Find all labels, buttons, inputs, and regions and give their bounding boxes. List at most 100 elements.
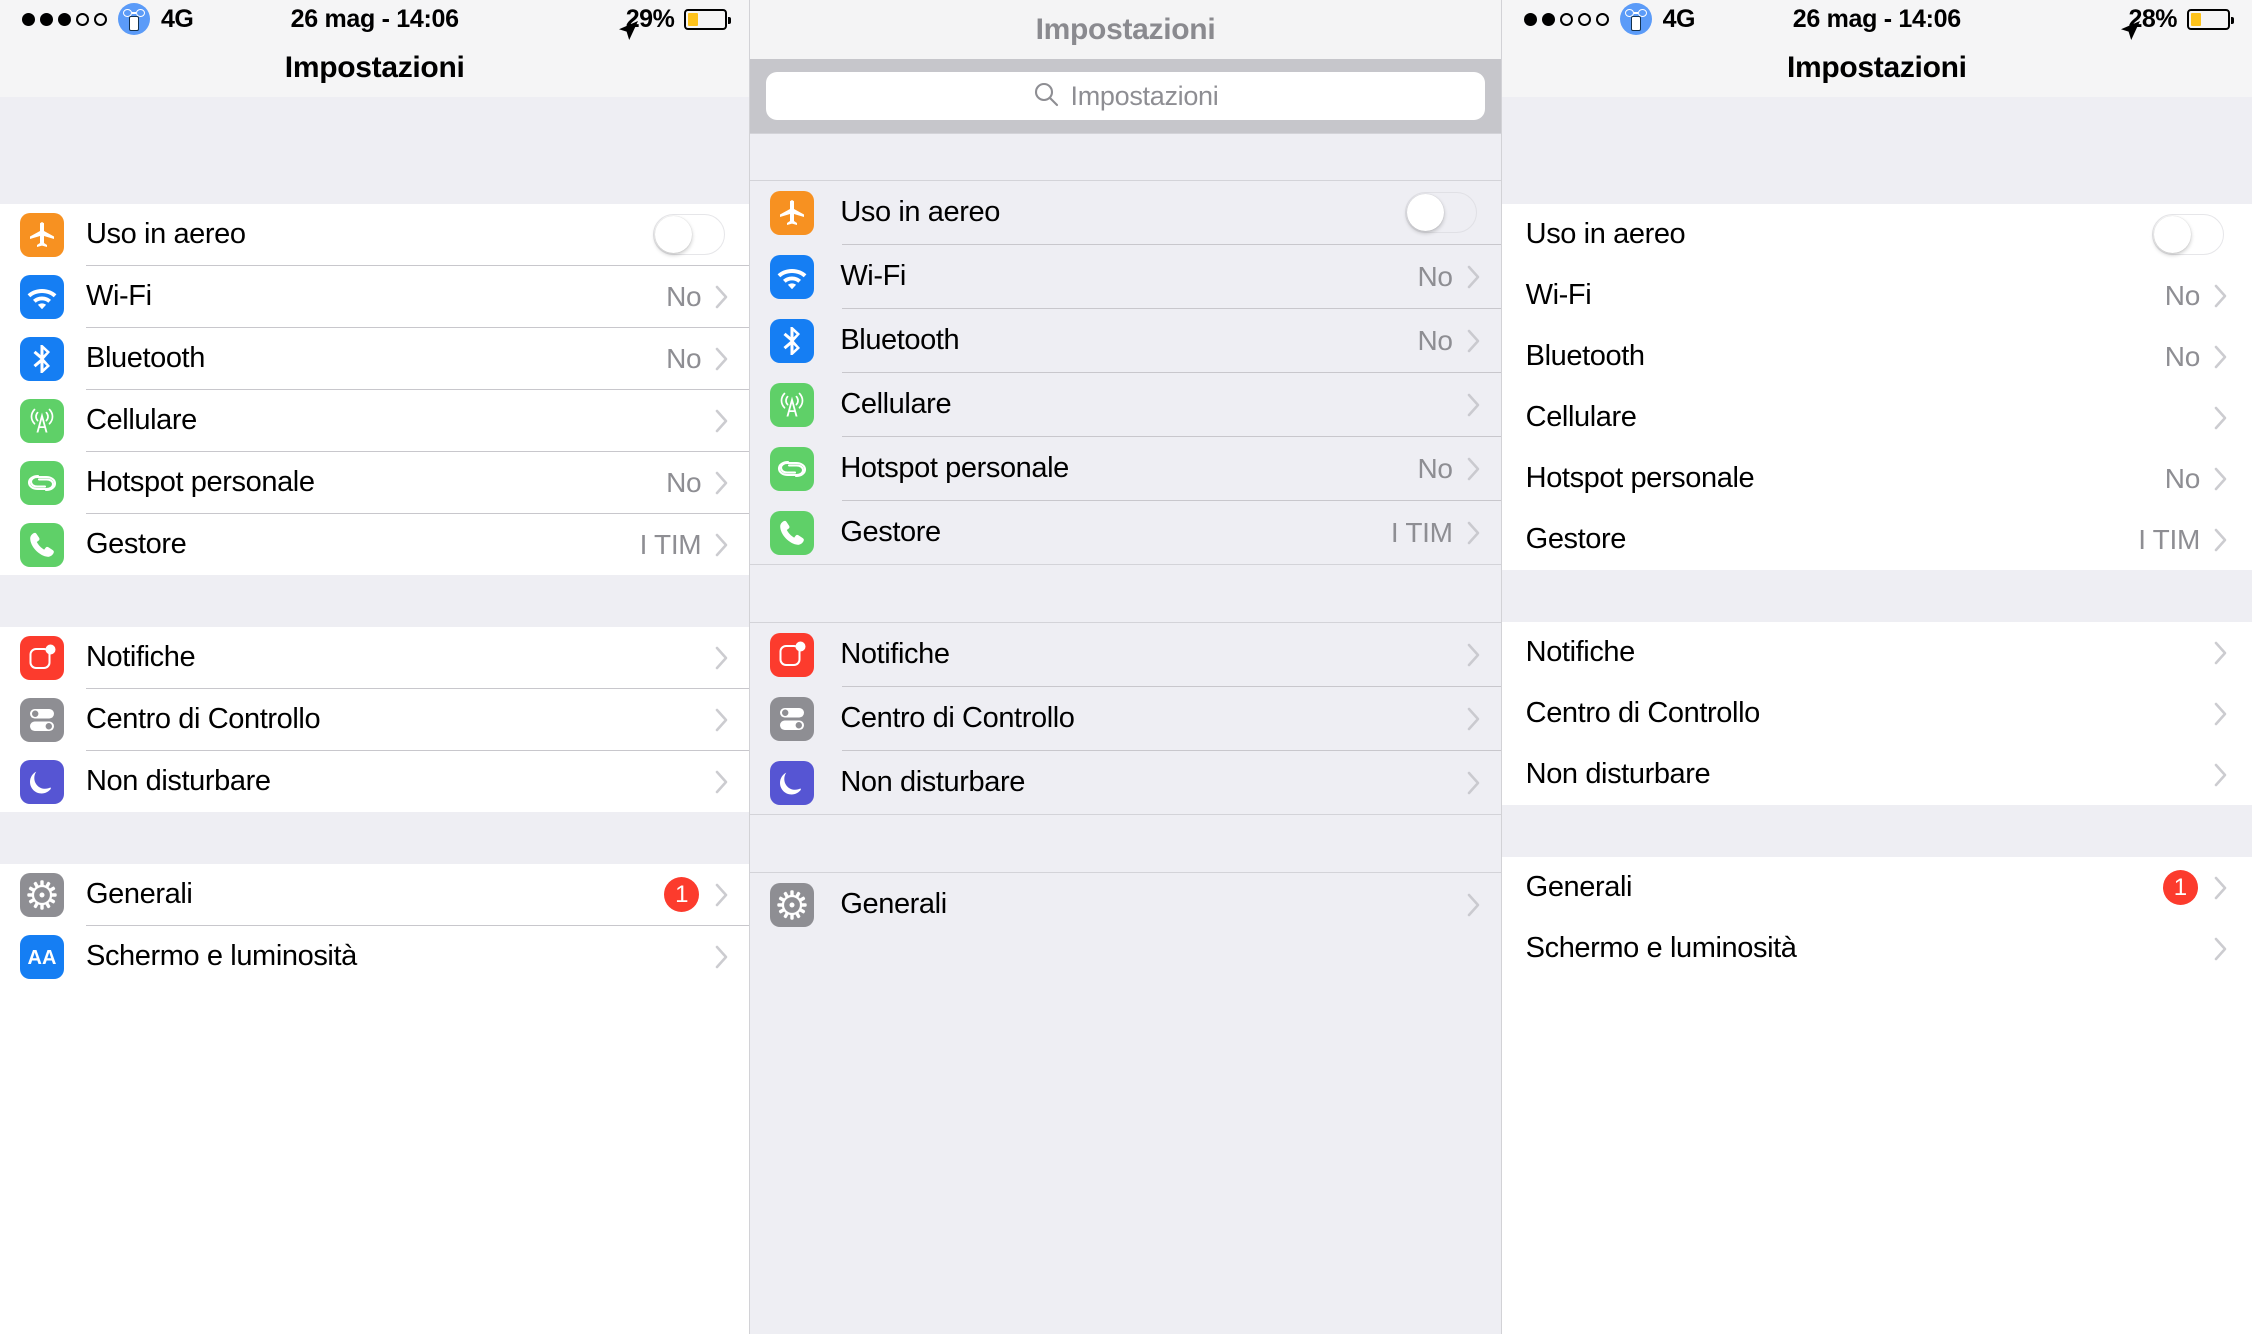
list-item-value: No — [2164, 340, 2201, 372]
chevron-right-icon — [2214, 284, 2228, 308]
chevron-right-icon — [1467, 393, 1481, 417]
chevron-right-icon — [2214, 763, 2228, 787]
search-icon — [1033, 81, 1059, 112]
list-item[interactable]: Gestore I TIM — [0, 514, 749, 575]
chevron-right-icon — [715, 883, 729, 907]
toggle-knob — [1406, 194, 1444, 231]
list-item[interactable]: Non disturbare — [1502, 744, 2252, 805]
list-item[interactable]: Centro di Controllo — [750, 687, 1500, 750]
status-bar-left: 4G — [22, 3, 194, 35]
signal-dot — [1541, 12, 1555, 26]
status-badge: 1 — [2162, 870, 2198, 905]
list-item-label: Bluetooth — [1525, 340, 1645, 372]
list-item-label: Centro di Controllo — [1525, 697, 1761, 729]
bluetooth-icon — [770, 318, 815, 363]
list-item[interactable]: Non disturbare — [750, 751, 1500, 814]
group-spacer — [750, 564, 1501, 623]
list-item[interactable]: Hotspot personale No — [1502, 448, 2252, 509]
list-item[interactable]: Bluetooth No — [0, 328, 749, 389]
list-item[interactable]: Wi-Fi No — [0, 266, 749, 327]
group-spacer — [750, 814, 1501, 873]
chevron-right-icon — [1467, 521, 1481, 545]
toggle-switch[interactable] — [1404, 192, 1477, 233]
list-item[interactable]: Cellulare — [750, 373, 1500, 436]
list-item-value: No — [1417, 324, 1453, 356]
list-item[interactable]: Cellulare — [0, 390, 749, 451]
list-item[interactable]: AA Schermo e luminosità — [0, 926, 749, 987]
list-group: Notifiche Centro di Controllo Non disturba… — [0, 627, 750, 812]
list-item[interactable]: Bluetooth No — [1502, 326, 2252, 387]
chevron-right-icon — [2214, 528, 2228, 552]
list-item[interactable]: Uso in aereo — [750, 181, 1500, 244]
wifi-icon — [20, 274, 64, 319]
list-item-label: Hotspot personale — [1525, 462, 1755, 494]
list-item[interactable]: Cellulare — [1502, 387, 2252, 448]
carrier-glasses-icon — [1619, 3, 1652, 35]
chevron-right-icon — [2214, 406, 2228, 430]
network-type-label: 4G — [1662, 4, 1696, 33]
chevron-right-icon — [715, 285, 729, 309]
list-item[interactable]: Wi-Fi No — [1502, 265, 2252, 326]
group-spacer — [0, 97, 750, 204]
list-item[interactable]: Non disturbare — [0, 751, 749, 812]
battery-icon — [684, 8, 732, 30]
list-item[interactable]: Generali — [750, 873, 1500, 936]
list-item-label: Notifiche — [1525, 636, 1636, 668]
chevron-right-icon — [2214, 345, 2228, 369]
list-item[interactable]: Wi-Fi No — [750, 245, 1500, 308]
status-bar-left: 4G — [1523, 3, 1696, 35]
list-item-label: Hotspot personale — [86, 466, 315, 498]
list-group: Uso in aereo Wi-Fi No Bluetooth No Cellulare H… — [1501, 204, 2252, 570]
list-item-label: Bluetooth — [86, 342, 205, 374]
toggle-switch[interactable] — [653, 214, 726, 255]
list-item[interactable]: Notifiche — [1502, 622, 2252, 683]
list-group: Notifiche Centro di Controllo Non disturba… — [1501, 622, 2252, 805]
list-item[interactable]: Generali 1 — [0, 864, 749, 925]
chevron-right-icon — [715, 471, 729, 495]
hotspot-icon — [770, 446, 815, 491]
group-spacer — [0, 812, 750, 864]
chevron-right-icon — [715, 770, 729, 794]
toggle-knob — [655, 216, 693, 253]
list-item[interactable]: Hotspot personale No — [0, 452, 749, 513]
list-item[interactable]: Bluetooth No — [750, 309, 1500, 372]
phone-icon — [770, 510, 815, 555]
notifications-icon — [20, 635, 64, 680]
notifications-icon — [770, 632, 815, 677]
group-spacer — [1501, 570, 2252, 622]
list-item-label: Gestore — [1525, 523, 1627, 555]
status-bar-right: 29% — [616, 5, 732, 40]
wifi-icon — [770, 254, 815, 299]
toggle-switch[interactable] — [2151, 214, 2224, 255]
list-item[interactable]: Notifiche — [750, 623, 1500, 686]
list-item[interactable]: Schermo e luminosità — [1502, 918, 2252, 979]
list-item[interactable]: Uso in aereo — [1502, 204, 2252, 265]
list-item[interactable]: Uso in aereo — [0, 204, 749, 265]
chevron-right-icon — [1467, 771, 1481, 795]
chevron-right-icon — [2214, 937, 2228, 961]
search-input[interactable]: Impostazioni — [766, 72, 1485, 120]
battery-fill — [688, 12, 699, 26]
list-item-label: Centro di Controllo — [86, 703, 321, 735]
list-item-label: Notifiche — [86, 641, 196, 673]
list-group: Uso in aereo Wi-Fi No Bluetooth No Cellulare H… — [0, 204, 750, 575]
list-item[interactable]: Notifiche — [0, 627, 749, 688]
list-item[interactable]: Centro di Controllo — [1502, 683, 2252, 744]
list-item[interactable]: Centro di Controllo — [0, 689, 749, 750]
list-item-value: No — [666, 280, 702, 312]
list-item-value: I TIM — [639, 528, 702, 560]
list-item[interactable]: Generali 1 — [1502, 857, 2252, 918]
status-bar: 4G 26 mag - 14:06 29% — [0, 0, 750, 40]
signal-dot — [22, 12, 35, 26]
signal-dot — [58, 12, 71, 26]
phone-icon — [20, 522, 64, 567]
navigation-bar: Impostazioni — [0, 38, 750, 97]
toggle-knob — [2153, 216, 2191, 253]
list-item[interactable]: Gestore I TIM — [750, 501, 1500, 564]
chevron-right-icon — [715, 409, 729, 433]
list-item[interactable]: Hotspot personale No — [750, 437, 1500, 500]
list-item-value: No — [1417, 260, 1453, 292]
chevron-right-icon — [715, 708, 729, 732]
list-item[interactable]: Gestore I TIM — [1502, 509, 2252, 570]
page-title: Impostazioni — [284, 50, 465, 84]
